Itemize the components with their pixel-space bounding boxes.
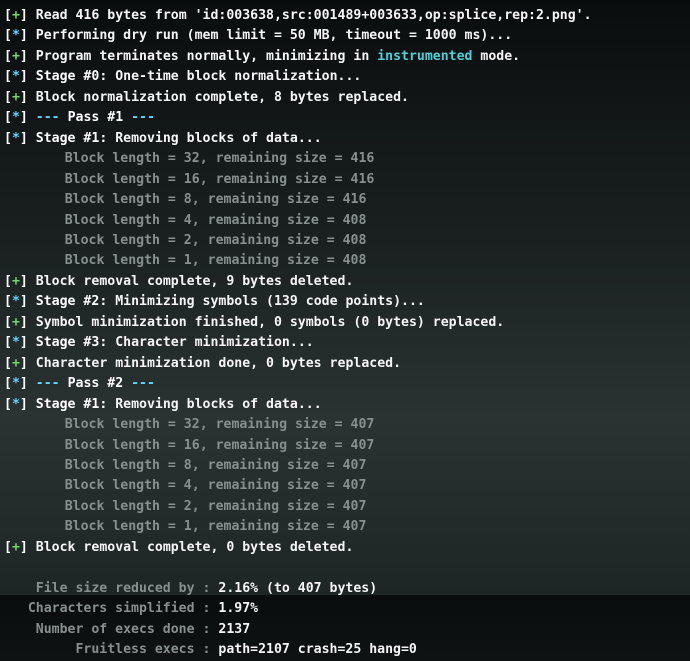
- stat-row: File size reduced by : 2.16% (to 407 byt…: [4, 579, 686, 599]
- log-text: Block normalization complete, 8 bytes re…: [36, 90, 409, 105]
- log-line: [+] Symbol minimization finished, 0 symb…: [4, 313, 686, 333]
- log-text: ---: [36, 376, 68, 391]
- log-text: Block length = 2, remaining size = 407: [65, 499, 367, 514]
- log-text: Pass #2: [68, 376, 124, 391]
- log-text: Block length = 16, remaining size = 416: [65, 172, 375, 187]
- stat-label: Characters simplified :: [4, 601, 218, 616]
- status-tag: [+]: [4, 356, 36, 371]
- log-text: Block length = 32, remaining size = 416: [65, 151, 375, 166]
- log-line: Block length = 16, remaining size = 416: [4, 170, 686, 190]
- stat-row: Characters simplified : 1.97%: [4, 599, 686, 619]
- log-line: Block length = 2, remaining size = 408: [4, 231, 686, 251]
- log-text: ---: [123, 376, 155, 391]
- log-text: Removing blocks of data...: [107, 131, 321, 146]
- log-text: Symbol minimization finished, 0 symbols …: [36, 315, 504, 330]
- log-line: [*] Stage #0: One-time block normalizati…: [4, 67, 686, 87]
- log-text: Block length = 2, remaining size = 408: [65, 233, 367, 248]
- log-text: One-time block normalization...: [107, 69, 361, 84]
- stat-value: 2137: [218, 622, 250, 637]
- log-line: Block length = 1, remaining size = 407: [4, 517, 686, 537]
- log-line: [+] Read 416 bytes from 'id:003638,src:0…: [4, 6, 686, 26]
- log-text: ---: [36, 110, 68, 125]
- status-tag: [+]: [4, 8, 36, 23]
- log-text: Block length = 4, remaining size = 408: [65, 213, 367, 228]
- log-text: Block length = 16, remaining size = 407: [65, 438, 375, 453]
- terminal-output: [+] Read 416 bytes from 'id:003638,src:0…: [4, 6, 686, 661]
- status-tag: [*]: [4, 335, 36, 350]
- log-line: Block length = 2, remaining size = 407: [4, 497, 686, 517]
- status-tag: [*]: [4, 131, 36, 146]
- log-text: Stage #3:: [36, 335, 107, 350]
- status-tag: [*]: [4, 28, 36, 43]
- status-tag: [+]: [4, 90, 36, 105]
- stat-row: Number of execs done : 2137: [4, 620, 686, 640]
- log-line: [+] Block normalization complete, 8 byte…: [4, 88, 686, 108]
- log-text: Performing dry run (mem limit = 50 MB, t…: [36, 28, 512, 43]
- status-tag: [*]: [4, 69, 36, 84]
- log-text: Character minimization done, 0 bytes rep…: [36, 356, 401, 371]
- log-line: Block length = 32, remaining size = 416: [4, 149, 686, 169]
- status-tag: [*]: [4, 294, 36, 309]
- log-line: Block length = 4, remaining size = 407: [4, 476, 686, 496]
- log-text: Block length = 1, remaining size = 408: [65, 253, 367, 268]
- stat-label: File size reduced by :: [4, 581, 218, 596]
- log-line: Block length = 32, remaining size = 407: [4, 415, 686, 435]
- log-line: [+] Block removal complete, 0 bytes dele…: [4, 538, 686, 558]
- log-text: Block length = 8, remaining size = 416: [65, 192, 367, 207]
- log-text: Block length = 4, remaining size = 407: [65, 478, 367, 493]
- log-text: Block length = 1, remaining size = 407: [65, 519, 367, 534]
- stat-label: Fruitless execs :: [4, 642, 218, 657]
- log-text: mode.: [472, 49, 520, 64]
- status-tag: [+]: [4, 540, 36, 555]
- log-line: [+] Character minimization done, 0 bytes…: [4, 354, 686, 374]
- log-line: Block length = 16, remaining size = 407: [4, 436, 686, 456]
- log-text: Read 416 bytes from 'id:003638,src:00148…: [36, 8, 592, 23]
- log-line: [*] Performing dry run (mem limit = 50 M…: [4, 26, 686, 46]
- log-line: Block length = 4, remaining size = 408: [4, 211, 686, 231]
- log-text: Character minimization...: [107, 335, 313, 350]
- log-text: ---: [123, 110, 155, 125]
- status-tag: [+]: [4, 315, 36, 330]
- log-line: [*] --- Pass #1 ---: [4, 108, 686, 128]
- log-line: Block length = 1, remaining size = 408: [4, 251, 686, 271]
- log-line: [*] Stage #3: Character minimization...: [4, 333, 686, 353]
- stat-label: Number of execs done :: [4, 622, 218, 637]
- status-tag: [*]: [4, 376, 36, 391]
- status-tag: [*]: [4, 110, 36, 125]
- log-text: Stage #0:: [36, 69, 107, 84]
- stat-value: path=2107 crash=25 hang=0: [218, 642, 417, 657]
- log-line: [*] --- Pass #2 ---: [4, 374, 686, 394]
- stat-value: 2.16% (to 407 bytes): [218, 581, 377, 596]
- log-text: Block length = 8, remaining size = 407: [65, 458, 367, 473]
- log-text: instrumented: [377, 49, 472, 64]
- log-text: Stage #2:: [36, 294, 107, 309]
- log-text: Minimizing symbols (139 code points)...: [107, 294, 425, 309]
- log-text: Block removal complete, 0 bytes deleted.: [36, 540, 354, 555]
- log-text: Pass #1: [68, 110, 124, 125]
- status-tag: [+]: [4, 274, 36, 289]
- log-line: [*] Stage #1: Removing blocks of data...: [4, 129, 686, 149]
- log-text: Stage #1:: [36, 397, 107, 412]
- stat-row: Fruitless execs : path=2107 crash=25 han…: [4, 640, 686, 660]
- log-text: Stage #1:: [36, 131, 107, 146]
- log-text: Block length = 32, remaining size = 407: [65, 417, 375, 432]
- log-line: Block length = 8, remaining size = 407: [4, 456, 686, 476]
- log-line: [*] Stage #1: Removing blocks of data...: [4, 395, 686, 415]
- stat-value: 1.97%: [218, 601, 258, 616]
- log-text: Program terminates normally, minimizing …: [36, 49, 377, 64]
- status-tag: [+]: [4, 49, 36, 64]
- log-line: Block length = 8, remaining size = 416: [4, 190, 686, 210]
- log-line: [+] Program terminates normally, minimiz…: [4, 47, 686, 67]
- log-line: [+] Block removal complete, 9 bytes dele…: [4, 272, 686, 292]
- log-line: [*] Stage #2: Minimizing symbols (139 co…: [4, 292, 686, 312]
- log-text: Removing blocks of data...: [107, 397, 321, 412]
- status-tag: [*]: [4, 397, 36, 412]
- log-text: Block removal complete, 9 bytes deleted.: [36, 274, 354, 289]
